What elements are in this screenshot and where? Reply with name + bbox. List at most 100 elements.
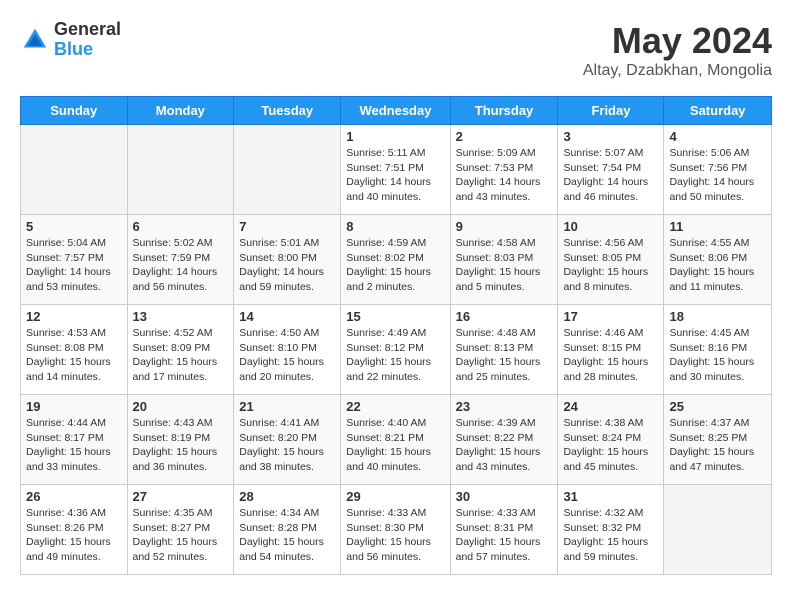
day-number: 7 (239, 219, 335, 234)
calendar-week-row: 1 Sunrise: 5:11 AMSunset: 7:51 PMDaylight… (21, 125, 772, 215)
calendar-cell: 30 Sunrise: 4:33 AMSunset: 8:31 PMDayligh… (450, 485, 558, 575)
calendar-week-row: 26 Sunrise: 4:36 AMSunset: 8:26 PMDayligh… (21, 485, 772, 575)
day-number: 30 (456, 489, 553, 504)
calendar-cell: 8Sunrise: 4:59 AMSunset: 8:02 PMDaylight… (341, 215, 450, 305)
calendar-cell: 12Sunrise: 4:53 AMSunset: 8:08 PMDayligh… (21, 305, 128, 395)
day-number: 27 (133, 489, 229, 504)
location: Altay, Dzabkhan, Mongolia (583, 62, 772, 80)
day-number: 19 (26, 399, 122, 414)
calendar-cell: 10 Sunrise: 4:56 AMSunset: 8:05 PMDayligh… (558, 215, 664, 305)
day-number: 21 (239, 399, 335, 414)
calendar-cell: 20Sunrise: 4:43 AMSunset: 8:19 PMDayligh… (127, 395, 234, 485)
calendar-cell: 13 Sunrise: 4:52 AMSunset: 8:09 PMDayligh… (127, 305, 234, 395)
weekday-header: Saturday (664, 97, 772, 125)
calendar-cell: 15 Sunrise: 4:49 AMSunset: 8:12 PMDayligh… (341, 305, 450, 395)
day-number: 3 (563, 129, 658, 144)
day-info: Sunrise: 4:33 AMSunset: 8:31 PMDaylight:… (456, 506, 553, 565)
day-info: Sunrise: 5:01 AMSunset: 8:00 PMDaylight:… (239, 236, 335, 295)
title-section: May 2024 Altay, Dzabkhan, Mongolia (583, 20, 772, 80)
calendar-cell: 14Sunrise: 4:50 AMSunset: 8:10 PMDayligh… (234, 305, 341, 395)
calendar-week-row: 19 Sunrise: 4:44 AMSunset: 8:17 PMDayligh… (21, 395, 772, 485)
day-number: 18 (669, 309, 766, 324)
calendar-cell: 17Sunrise: 4:46 AMSunset: 8:15 PMDayligh… (558, 305, 664, 395)
calendar-cell: 16Sunrise: 4:48 AMSunset: 8:13 PMDayligh… (450, 305, 558, 395)
weekday-header: Wednesday (341, 97, 450, 125)
calendar-cell: 28 Sunrise: 4:34 AMSunset: 8:28 PMDayligh… (234, 485, 341, 575)
day-info: Sunrise: 4:37 AMSunset: 8:25 PMDaylight:… (669, 416, 766, 475)
day-number: 15 (346, 309, 444, 324)
weekday-header: Tuesday (234, 97, 341, 125)
day-number: 17 (563, 309, 658, 324)
weekday-header-row: SundayMondayTuesdayWednesdayThursdayFrid… (21, 97, 772, 125)
day-number: 5 (26, 219, 122, 234)
day-info: Sunrise: 5:09 AMSunset: 7:53 PMDaylight:… (456, 146, 553, 205)
day-number: 28 (239, 489, 335, 504)
calendar-cell: 5 Sunrise: 5:04 AMSunset: 7:57 PMDaylight… (21, 215, 128, 305)
day-number: 29 (346, 489, 444, 504)
day-info: Sunrise: 4:35 AMSunset: 8:27 PMDaylight:… (133, 506, 229, 565)
day-info: Sunrise: 5:11 AMSunset: 7:51 PMDaylight:… (346, 146, 444, 205)
calendar-cell: 22 Sunrise: 4:40 AMSunset: 8:21 PMDayligh… (341, 395, 450, 485)
calendar-cell: 31Sunrise: 4:32 AMSunset: 8:32 PMDayligh… (558, 485, 664, 575)
day-info: Sunrise: 4:32 AMSunset: 8:32 PMDaylight:… (563, 506, 658, 565)
day-info: Sunrise: 4:59 AMSunset: 8:02 PMDaylight:… (346, 236, 444, 295)
day-info: Sunrise: 4:44 AMSunset: 8:17 PMDaylight:… (26, 416, 122, 475)
weekday-header: Thursday (450, 97, 558, 125)
day-info: Sunrise: 4:52 AMSunset: 8:09 PMDaylight:… (133, 326, 229, 385)
logo-blue: Blue (54, 40, 121, 60)
day-info: Sunrise: 4:34 AMSunset: 8:28 PMDaylight:… (239, 506, 335, 565)
calendar-cell: 9Sunrise: 4:58 AMSunset: 8:03 PMDaylight… (450, 215, 558, 305)
day-number: 25 (669, 399, 766, 414)
day-info: Sunrise: 4:50 AMSunset: 8:10 PMDaylight:… (239, 326, 335, 385)
day-info: Sunrise: 4:56 AMSunset: 8:05 PMDaylight:… (563, 236, 658, 295)
day-info: Sunrise: 4:40 AMSunset: 8:21 PMDaylight:… (346, 416, 444, 475)
calendar-cell: 18Sunrise: 4:45 AMSunset: 8:16 PMDayligh… (664, 305, 772, 395)
day-info: Sunrise: 4:55 AMSunset: 8:06 PMDaylight:… (669, 236, 766, 295)
calendar-cell: 27 Sunrise: 4:35 AMSunset: 8:27 PMDayligh… (127, 485, 234, 575)
day-number: 23 (456, 399, 553, 414)
calendar-cell: 19 Sunrise: 4:44 AMSunset: 8:17 PMDayligh… (21, 395, 128, 485)
day-info: Sunrise: 4:41 AMSunset: 8:20 PMDaylight:… (239, 416, 335, 475)
calendar-cell (127, 125, 234, 215)
calendar-week-row: 12Sunrise: 4:53 AMSunset: 8:08 PMDayligh… (21, 305, 772, 395)
calendar-cell: 11 Sunrise: 4:55 AMSunset: 8:06 PMDayligh… (664, 215, 772, 305)
day-info: Sunrise: 5:04 AMSunset: 7:57 PMDaylight:… (26, 236, 122, 295)
calendar-cell (664, 485, 772, 575)
calendar-cell: 21 Sunrise: 4:41 AMSunset: 8:20 PMDayligh… (234, 395, 341, 485)
month-title: May 2024 (583, 20, 772, 62)
day-number: 10 (563, 219, 658, 234)
day-number: 13 (133, 309, 229, 324)
page-header: General Blue May 2024 Altay, Dzabkhan, M… (20, 20, 772, 80)
logo-general: General (54, 20, 121, 40)
logo-text: General Blue (54, 20, 121, 60)
day-number: 24 (563, 399, 658, 414)
calendar-cell: 7 Sunrise: 5:01 AMSunset: 8:00 PMDaylight… (234, 215, 341, 305)
day-number: 11 (669, 219, 766, 234)
calendar-cell: 2 Sunrise: 5:09 AMSunset: 7:53 PMDaylight… (450, 125, 558, 215)
weekday-header: Monday (127, 97, 234, 125)
day-info: Sunrise: 4:53 AMSunset: 8:08 PMDaylight:… (26, 326, 122, 385)
calendar-cell: 23 Sunrise: 4:39 AMSunset: 8:22 PMDayligh… (450, 395, 558, 485)
day-info: Sunrise: 4:38 AMSunset: 8:24 PMDaylight:… (563, 416, 658, 475)
day-number: 26 (26, 489, 122, 504)
day-info: Sunrise: 4:39 AMSunset: 8:22 PMDaylight:… (456, 416, 553, 475)
calendar-cell (234, 125, 341, 215)
calendar-cell: 26 Sunrise: 4:36 AMSunset: 8:26 PMDayligh… (21, 485, 128, 575)
day-info: Sunrise: 4:36 AMSunset: 8:26 PMDaylight:… (26, 506, 122, 565)
day-info: Sunrise: 5:07 AMSunset: 7:54 PMDaylight:… (563, 146, 658, 205)
logo: General Blue (20, 20, 121, 60)
day-number: 9 (456, 219, 553, 234)
calendar-cell: 25 Sunrise: 4:37 AMSunset: 8:25 PMDayligh… (664, 395, 772, 485)
day-number: 6 (133, 219, 229, 234)
calendar-cell: 4Sunrise: 5:06 AMSunset: 7:56 PMDaylight… (664, 125, 772, 215)
logo-icon (20, 25, 50, 55)
day-number: 22 (346, 399, 444, 414)
day-number: 2 (456, 129, 553, 144)
day-number: 1 (346, 129, 444, 144)
day-info: Sunrise: 4:49 AMSunset: 8:12 PMDaylight:… (346, 326, 444, 385)
day-info: Sunrise: 4:33 AMSunset: 8:30 PMDaylight:… (346, 506, 444, 565)
day-info: Sunrise: 5:02 AMSunset: 7:59 PMDaylight:… (133, 236, 229, 295)
calendar-cell: 6 Sunrise: 5:02 AMSunset: 7:59 PMDaylight… (127, 215, 234, 305)
calendar-cell: 24 Sunrise: 4:38 AMSunset: 8:24 PMDayligh… (558, 395, 664, 485)
calendar-cell: 3 Sunrise: 5:07 AMSunset: 7:54 PMDaylight… (558, 125, 664, 215)
